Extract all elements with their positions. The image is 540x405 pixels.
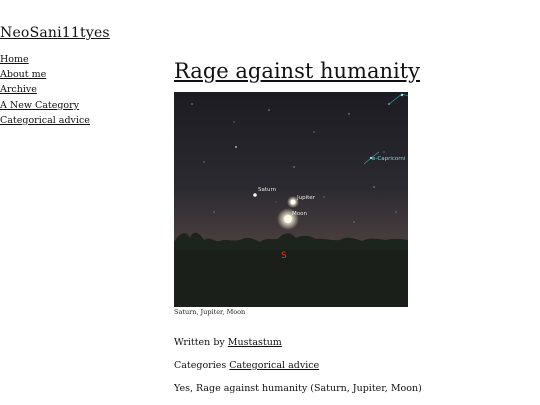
category-link[interactable]: Categorical advice [229,360,319,371]
nav-link-new-category[interactable]: A New Category [0,100,79,111]
post-body: Yes, Rage against humanity (Saturn, Jupi… [174,383,422,394]
image-caption: Saturn, Jupiter, Moon [174,308,246,316]
night-sky-illustration: e-Capricorni Saturn Jupiter Moon S [174,92,408,307]
south-direction-marker: S [281,251,287,261]
categories-prefix: Categories [174,360,227,371]
post-title-link[interactable]: Rage against humanity [174,59,420,83]
site-title-link[interactable]: NeoSani11tyes [0,25,110,41]
site-nav: Home About me Archive A New Category Cat… [0,52,90,128]
moon-label: Moon [292,211,307,217]
nav-link-about[interactable]: About me [0,69,46,80]
post-categories: Categories Categorical advice [174,360,319,371]
moon-dot [284,215,292,223]
post-title: Rage against humanity [174,59,420,83]
capricorn-label: e-Capricorni [372,156,406,162]
nav-item-new-category: A New Category [0,98,90,113]
jupiter-dot [290,199,296,205]
byline-prefix: Written by [174,337,225,348]
saturn-label: Saturn [258,187,277,193]
nav-item-categorical-advice: Categorical advice [0,113,90,128]
ground [174,250,408,307]
nav-item-archive: Archive [0,82,90,97]
nav-link-archive[interactable]: Archive [0,84,37,95]
byline: Written by Mustastum [174,337,282,348]
author-link[interactable]: Mustastum [228,337,282,348]
jupiter-label: Jupiter [296,195,316,201]
nav-item-home: Home [0,52,90,67]
saturn-dot [253,193,257,197]
nav-link-categorical-advice[interactable]: Categorical advice [0,115,90,126]
nav-link-home[interactable]: Home [0,54,29,65]
nav-item-about: About me [0,67,90,82]
post-image: e-Capricorni Saturn Jupiter Moon S [174,92,408,307]
